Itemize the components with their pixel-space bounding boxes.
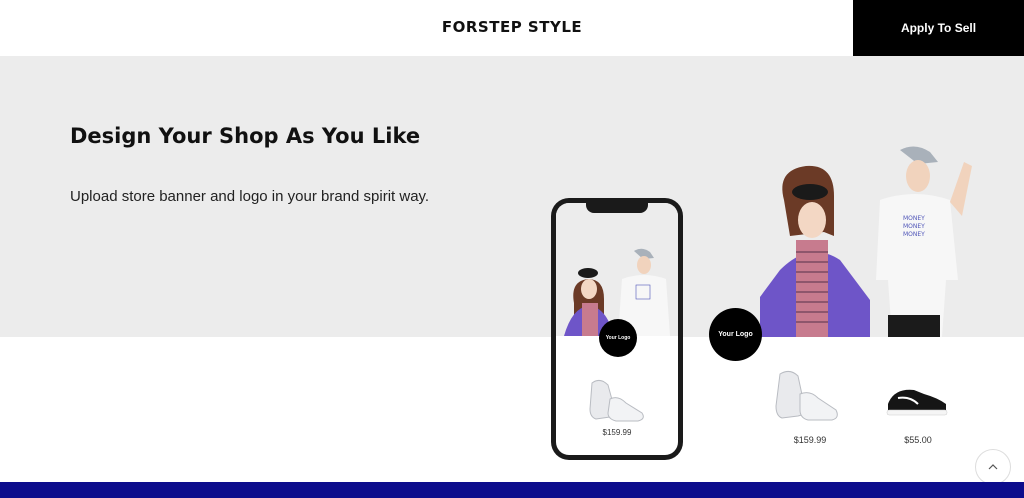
female-model [760, 165, 870, 337]
phone-banner-image [556, 203, 678, 336]
phone-logo-placeholder: Your Logo [599, 319, 637, 357]
svg-text:MONEY: MONEY [903, 215, 925, 222]
chevron-up-icon [988, 464, 998, 470]
top-header: FORSTEP STYLE Apply To Sell [0, 0, 1024, 56]
male-model: MONEY MONEY MONEY [876, 146, 972, 337]
svg-text:MONEY: MONEY [903, 231, 925, 238]
white-sneaker-icon[interactable] [770, 366, 842, 426]
hero-title: Design Your Shop As You Like [70, 124, 421, 148]
phone-notch [586, 203, 648, 213]
product-price: $159.99 [793, 435, 827, 445]
white-sneaker-icon[interactable] [584, 369, 648, 427]
apply-to-sell-button[interactable]: Apply To Sell [853, 0, 1024, 56]
product-price: $55.00 [904, 435, 932, 445]
phone-product-price: $159.99 [602, 428, 632, 437]
banner-models-image: MONEY MONEY MONEY [760, 146, 972, 337]
hero-description: Upload store banner and logo in your bra… [70, 188, 430, 205]
phone-mockup: Your Logo $159.99 [551, 198, 683, 460]
scroll-to-top-button[interactable] [975, 449, 1011, 485]
footer-strip [0, 482, 1024, 498]
store-logo-placeholder: Your Logo [709, 308, 762, 361]
svg-text:MONEY: MONEY [903, 223, 925, 230]
phone-screen: Your Logo $159.99 [556, 203, 678, 455]
black-sneaker-icon[interactable] [884, 384, 950, 418]
